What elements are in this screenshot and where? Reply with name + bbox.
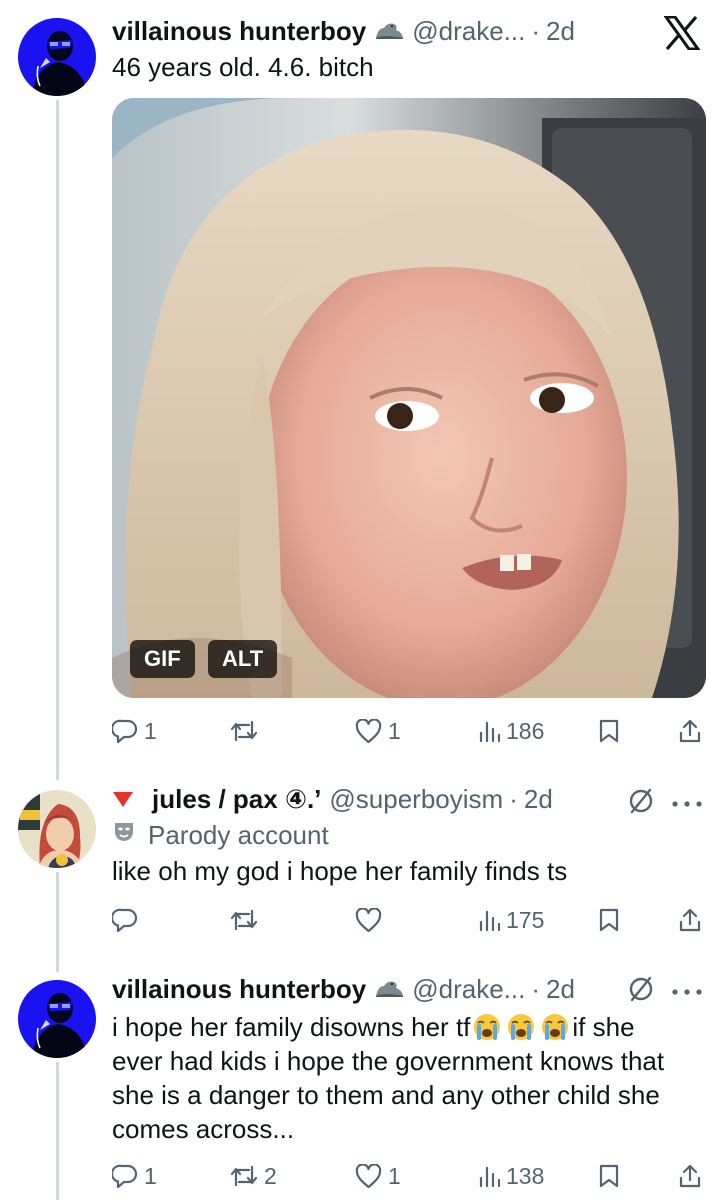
view-count: 186 <box>506 717 545 744</box>
views-icon <box>479 910 500 932</box>
bookmark-icon <box>599 1164 619 1188</box>
handle[interactable]: @drake... <box>412 972 525 1006</box>
avatar[interactable] <box>18 980 96 1058</box>
like-button[interactable]: 1 <box>355 711 401 751</box>
seal-emoji-icon <box>374 972 404 1006</box>
tweet-actions: 1 2 1 138 <box>112 1156 707 1196</box>
reply-icon <box>112 719 138 744</box>
mask-icon <box>112 818 136 852</box>
display-name[interactable]: villainous hunterboy <box>112 972 366 1006</box>
gif-badge[interactable]: GIF <box>130 640 195 678</box>
views-icon <box>479 1166 500 1188</box>
tweet-header: jules / pax ④.’ @superboyism · 2d <box>112 782 705 816</box>
parody-label-text: Parody account <box>148 820 329 850</box>
tweet-header: villainous hunterboy @drake... · 2d <box>112 14 705 48</box>
heart-icon <box>355 1163 382 1188</box>
handle[interactable]: @drake... <box>412 14 525 48</box>
avatar[interactable] <box>18 790 96 868</box>
gif-media[interactable]: GIF ALT <box>112 98 706 698</box>
view-count: 138 <box>506 1162 545 1189</box>
tweet-1[interactable]: villainous hunterboy @drake... · 2d 46 y… <box>112 14 705 84</box>
bookmark-button[interactable] <box>598 1156 620 1196</box>
repost-icon <box>230 909 258 931</box>
share-icon <box>679 719 701 743</box>
reply-icon <box>112 908 138 933</box>
bookmark-icon <box>599 908 619 932</box>
share-button[interactable] <box>678 900 702 940</box>
handle[interactable]: @superboyism <box>329 782 503 816</box>
more-options-icon[interactable] <box>670 984 704 1002</box>
seal-emoji-icon <box>374 14 404 48</box>
tweet-2[interactable]: jules / pax ④.’ @superboyism · 2d Parody… <box>112 782 705 888</box>
alt-badge[interactable]: ALT <box>208 640 278 678</box>
bookmark-icon <box>599 719 619 743</box>
reply-button[interactable]: 1 <box>112 711 157 751</box>
like-count: 1 <box>388 717 401 744</box>
share-button[interactable] <box>678 711 702 751</box>
views-button[interactable]: 186 <box>478 711 544 751</box>
display-name[interactable]: jules / pax ④.’ <box>152 782 321 816</box>
repost-button[interactable] <box>230 711 264 751</box>
like-count: 1 <box>388 1162 401 1189</box>
tweet-header: villainous hunterboy @drake... · 2d <box>112 972 705 1006</box>
display-name[interactable]: villainous hunterboy <box>112 14 366 48</box>
thread-line-1 <box>56 100 59 780</box>
repost-button[interactable] <box>230 900 264 940</box>
separator: · <box>509 784 518 814</box>
x-logo-icon[interactable] <box>663 15 701 55</box>
crying-face-emoji-icon <box>470 1012 504 1042</box>
timestamp[interactable]: 2d <box>546 972 575 1006</box>
share-icon <box>679 908 701 932</box>
repost-icon <box>230 1165 258 1187</box>
crying-face-emoji-icon <box>538 1012 572 1042</box>
views-icon <box>479 721 500 743</box>
like-button[interactable] <box>355 900 388 940</box>
reply-count: 1 <box>144 1162 157 1189</box>
heart-icon <box>355 718 382 743</box>
separator: · <box>531 974 541 1004</box>
reply-icon <box>112 1164 138 1189</box>
thread-line-2 <box>56 872 59 972</box>
tweet-text: 46 years old. 4.6. bitch <box>112 52 374 82</box>
views-button[interactable]: 175 <box>478 900 544 940</box>
repost-count: 2 <box>264 1162 277 1189</box>
view-count: 175 <box>506 906 545 933</box>
tweet-actions: 175 <box>112 900 707 940</box>
crying-face-emoji-icon <box>504 1012 538 1042</box>
girl-face-image <box>112 98 706 698</box>
timestamp[interactable]: 2d <box>546 14 575 48</box>
bookmark-button[interactable] <box>598 711 620 751</box>
tweet-text: i hope her family disowns her tf if she e… <box>112 1010 705 1146</box>
avatar[interactable] <box>18 18 96 96</box>
share-button[interactable] <box>678 1156 702 1196</box>
repost-icon <box>230 720 258 742</box>
red-triangle-icon <box>112 782 134 816</box>
muted-conversation-icon[interactable] <box>626 974 656 1009</box>
muted-conversation-icon[interactable] <box>626 786 656 821</box>
tweet-3[interactable]: villainous hunterboy @drake... · 2d i ho… <box>112 972 705 1146</box>
timestamp[interactable]: 2d <box>524 782 553 816</box>
thread-line-3 <box>56 1062 59 1200</box>
reply-button[interactable]: 1 <box>112 1156 157 1196</box>
repost-button[interactable]: 2 <box>230 1156 277 1196</box>
heart-icon <box>355 907 382 932</box>
tweet-actions: 1 1 186 <box>112 711 707 751</box>
parody-label: Parody account <box>112 818 705 852</box>
share-icon <box>679 1164 701 1188</box>
tweet-text-part-1: i hope her family disowns her tf <box>112 1012 471 1042</box>
tweet-text: like oh my god i hope her family finds t… <box>112 856 568 886</box>
views-button[interactable]: 138 <box>478 1156 544 1196</box>
more-options-icon[interactable] <box>670 796 704 814</box>
separator: · <box>531 16 541 46</box>
like-button[interactable]: 1 <box>355 1156 401 1196</box>
reply-button[interactable] <box>112 900 144 940</box>
reply-count: 1 <box>144 717 157 744</box>
bookmark-button[interactable] <box>598 900 620 940</box>
